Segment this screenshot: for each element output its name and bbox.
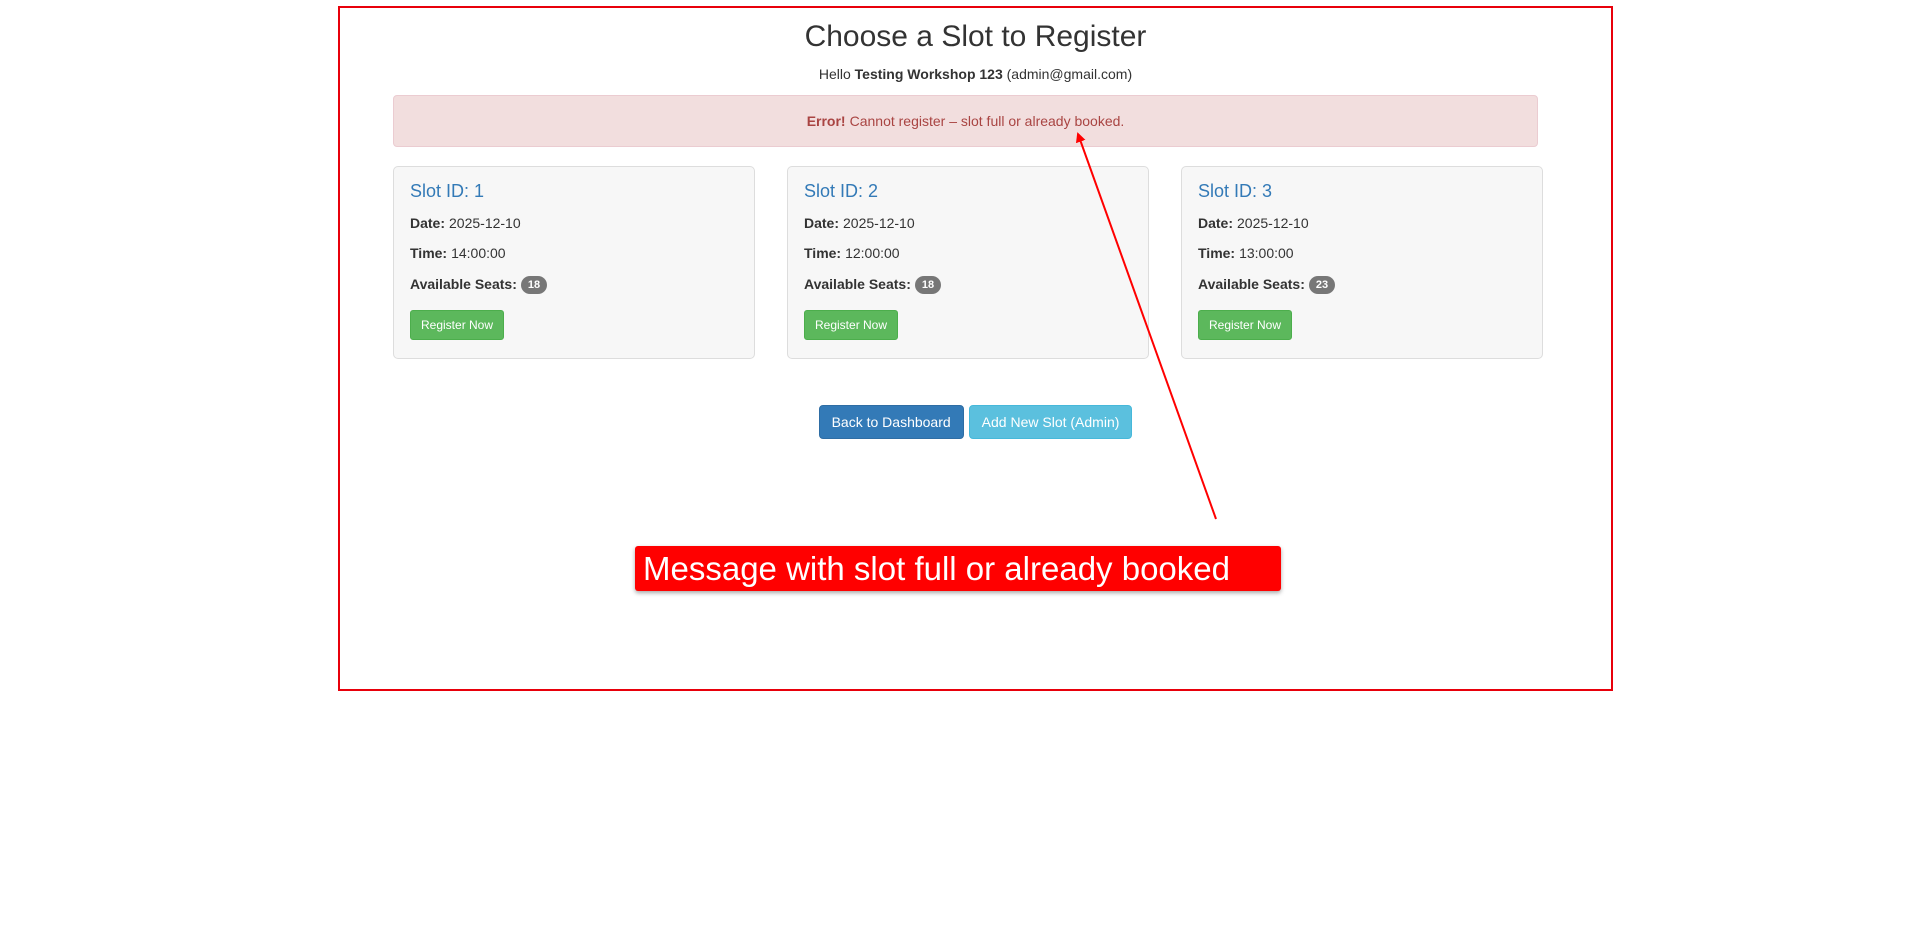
seats-label: Available Seats: [804,275,911,292]
slot-card-2: Slot ID: 2 Date: 2025-12-10 Time: 12:00:00… [787,166,1149,359]
date-label: Date: [804,215,840,231]
slot-title: Slot ID: 2 [804,181,879,201]
slot-title: Slot ID: 1 [410,181,485,201]
slot-card-3: Slot ID: 3 Date: 2025-12-10 Time: 13:00:00… [1181,166,1543,359]
add-new-slot-button[interactable]: Add New Slot (Admin) [968,405,1133,439]
action-row: Back to Dashboard Add New Slot (Admin) [340,405,1611,439]
seats-badge: 18 [914,276,942,294]
date-label: Date: [1198,215,1234,231]
slot-seats: Available Seats: 18 [410,275,738,294]
time-value: 12:00:00 [845,245,900,261]
date-label: Date: [410,215,446,231]
slot-time: Time: 14:00:00 [410,246,738,261]
seats-badge: 18 [520,276,548,294]
time-value: 14:00:00 [451,245,506,261]
page-title: Choose a Slot to Register [804,20,1147,53]
error-alert: Error! Cannot register – slot full or al… [393,95,1538,147]
time-label: Time: [1198,245,1236,261]
slot-seats: Available Seats: 18 [804,275,1132,294]
annotation-callout: Message with slot full or already booked [635,546,1281,591]
seats-label: Available Seats: [1198,275,1305,292]
greeting-prefix: Hello [818,66,851,82]
time-value: 13:00:00 [1239,245,1294,261]
seats-badge: 23 [1308,276,1336,294]
alert-strong: Error! [806,113,846,129]
date-value: 2025-12-10 [449,215,521,231]
user-name: Testing Workshop 123 [854,66,1003,82]
user-email: (admin@gmail.com) [1006,66,1133,82]
slot-time: Time: 13:00:00 [1198,246,1526,261]
greeting: Hello Testing Workshop 123 (admin@gmail.… [340,66,1611,82]
register-now-button[interactable]: Register Now [804,310,899,340]
register-now-button[interactable]: Register Now [1198,310,1293,340]
register-now-button[interactable]: Register Now [410,310,505,340]
slot-time: Time: 12:00:00 [804,246,1132,261]
slot-date: Date: 2025-12-10 [1198,216,1526,231]
slot-seats: Available Seats: 23 [1198,275,1526,294]
alert-message: Cannot register – slot full or already b… [849,113,1125,129]
seats-label: Available Seats: [410,275,517,292]
date-value: 2025-12-10 [843,215,915,231]
slot-card-1: Slot ID: 1 Date: 2025-12-10 Time: 14:00:00… [393,166,755,359]
time-label: Time: [410,245,448,261]
slot-date: Date: 2025-12-10 [410,216,738,231]
back-to-dashboard-button[interactable]: Back to Dashboard [818,405,964,439]
slot-title: Slot ID: 3 [1198,181,1273,201]
slot-date: Date: 2025-12-10 [804,216,1132,231]
time-label: Time: [804,245,842,261]
date-value: 2025-12-10 [1237,215,1309,231]
